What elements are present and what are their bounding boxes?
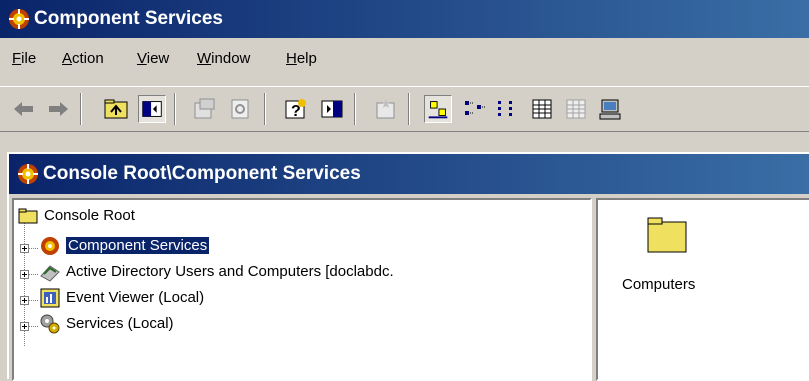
tree-item-console-root[interactable]: Console Root: [18, 204, 318, 228]
app-title: Component Services: [34, 8, 223, 29]
result-item-computers[interactable]: Computers: [618, 214, 738, 304]
toolbar-separator: [408, 93, 410, 125]
list-view-icon[interactable]: [494, 95, 522, 123]
up-folder-icon[interactable]: [102, 95, 130, 123]
small-icons-view-icon[interactable]: [460, 95, 488, 123]
child-title-bar[interactable]: Console Root\Component Services: [9, 154, 809, 194]
toolbar-separator: [80, 93, 82, 125]
toolbar: ?: [0, 86, 809, 132]
menu-window[interactable]: Window: [197, 50, 250, 67]
expand-toggle[interactable]: [20, 270, 29, 279]
child-window-title: Console Root\Component Services: [43, 163, 361, 184]
action-pane-icon[interactable]: [318, 95, 346, 123]
tree-pane[interactable]: Console Root Component Services Active D…: [12, 198, 592, 381]
toolbar-separator: [264, 93, 266, 125]
component-services-icon: [41, 237, 59, 255]
expand-toggle[interactable]: [20, 244, 29, 253]
computer-icon[interactable]: [596, 95, 624, 123]
tree-item-label: Services (Local): [66, 315, 174, 332]
menu-action[interactable]: Action: [62, 50, 104, 67]
event-viewer-icon: [40, 288, 60, 308]
expand-toggle[interactable]: [20, 322, 29, 331]
tree-item-component-services[interactable]: Component Services: [38, 234, 538, 258]
forward-icon[interactable]: [44, 95, 72, 123]
folder-icon: [647, 217, 687, 253]
toolbar-separator: [354, 93, 356, 125]
show-hide-tree-icon[interactable]: [138, 95, 166, 123]
properties-icon[interactable]: [190, 95, 218, 123]
result-pane[interactable]: Computers: [596, 198, 809, 381]
menu-view[interactable]: View: [137, 50, 169, 67]
disabled-detail-icon[interactable]: [562, 95, 590, 123]
services-icon: [40, 314, 60, 334]
tree-item-event-viewer[interactable]: Event Viewer (Local): [38, 286, 438, 310]
tree-item-label: Event Viewer (Local): [66, 289, 205, 306]
menu-bar: File Action View Window Help: [0, 45, 809, 75]
app-title-bar[interactable]: Component Services: [0, 0, 809, 38]
new-window-icon[interactable]: [372, 95, 400, 123]
component-services-icon: [9, 9, 29, 29]
result-item-label: Computers: [622, 276, 696, 293]
expand-toggle[interactable]: [20, 296, 29, 305]
ad-users-icon: [40, 265, 60, 282]
toolbar-separator: [174, 93, 176, 125]
detail-view-icon[interactable]: [528, 95, 556, 123]
tree-item-label: Console Root: [44, 207, 135, 224]
tree-item-services[interactable]: Services (Local): [38, 312, 438, 336]
component-services-icon: [18, 164, 38, 184]
back-icon[interactable]: [10, 95, 38, 123]
folder-icon: [18, 208, 38, 224]
menu-help[interactable]: Help: [286, 50, 317, 67]
console-child-window: Console Root\Component Services Console …: [7, 152, 809, 381]
menu-file[interactable]: File: [12, 50, 36, 67]
help-icon[interactable]: ?: [282, 95, 310, 123]
tree-item-label: Active Directory Users and Computers [do…: [66, 263, 394, 280]
tree-item-label: Component Services: [64, 236, 211, 255]
refresh-icon[interactable]: [226, 95, 254, 123]
tree-item-active-directory[interactable]: Active Directory Users and Computers [do…: [38, 260, 590, 284]
large-icons-view-icon[interactable]: [424, 95, 452, 123]
